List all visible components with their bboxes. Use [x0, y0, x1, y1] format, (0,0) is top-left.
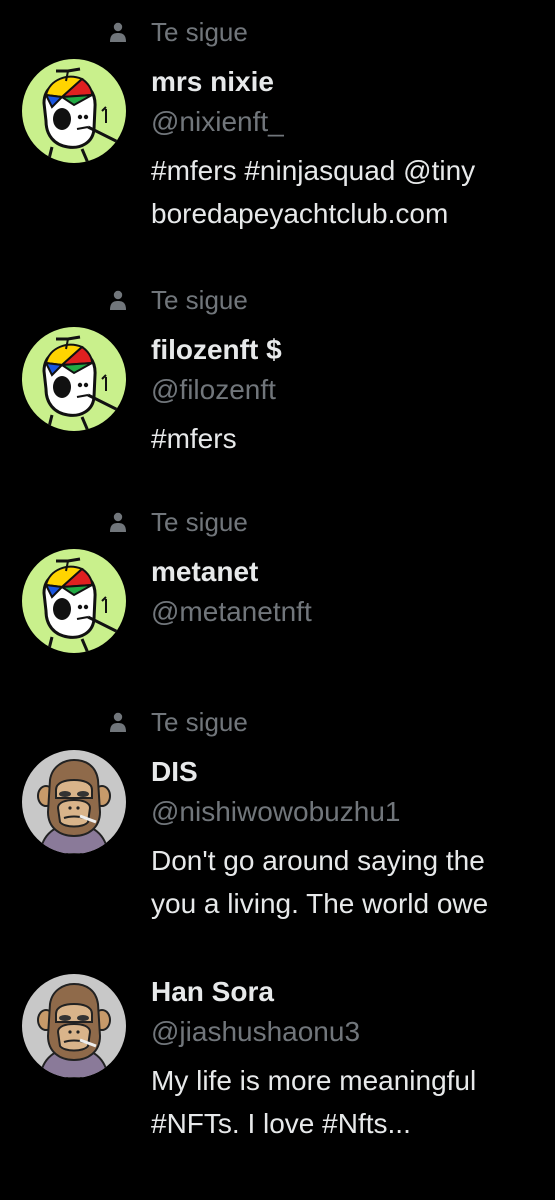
avatar[interactable]	[22, 974, 126, 1078]
bio-line: My life is more meaningful	[151, 1065, 477, 1096]
display-name[interactable]: metanet	[151, 554, 555, 590]
ape-avatar-icon	[22, 750, 126, 854]
display-name[interactable]: Han Sora	[151, 974, 555, 1010]
bio-line: you a living. The world owe	[151, 888, 489, 919]
user-handle: @metanetnft	[151, 596, 312, 627]
user-bio: #mfers #ninjasquad @tiny boredapeyachtcl…	[151, 149, 555, 235]
bio-line: #mfers #ninjasquad @tiny	[151, 155, 476, 186]
mfer-avatar-icon	[22, 549, 126, 653]
avatar[interactable]	[22, 549, 126, 653]
follows-you-indicator: Te sigue	[110, 14, 248, 50]
user-content: filozenft $ @filozenft #mfers	[151, 332, 555, 460]
user-cell[interactable]: Te sigue DIS @nishiwowobuzhu1 Don't go a…	[0, 704, 555, 934]
mfer-avatar-icon	[22, 59, 126, 163]
follower-list: Te sigue mrs nixie @nixienft_ #mfers #ni…	[0, 0, 555, 1200]
user-handle: @jiashushaonu3	[151, 1016, 361, 1047]
follows-you-label: Te sigue	[151, 506, 248, 537]
display-name[interactable]: DIS	[151, 754, 555, 790]
follows-you-label: Te sigue	[151, 284, 248, 315]
avatar[interactable]	[22, 327, 126, 431]
follows-you-label: Te sigue	[151, 16, 248, 47]
person-icon	[110, 290, 126, 310]
user-content: metanet @metanetnft	[151, 554, 555, 630]
mfer-avatar-icon	[22, 327, 126, 431]
user-content: Han Sora @jiashushaonu3 My life is more …	[151, 974, 555, 1145]
follows-you-indicator: Te sigue	[110, 282, 248, 318]
person-icon	[110, 22, 126, 42]
ape-avatar-icon	[22, 974, 126, 1078]
follows-you-label: Te sigue	[151, 706, 248, 737]
avatar[interactable]	[22, 59, 126, 163]
display-name[interactable]: filozenft $	[151, 332, 555, 368]
user-cell[interactable]: Te sigue metanet @metanetnft	[0, 504, 555, 674]
follows-you-indicator: Te sigue	[110, 704, 248, 740]
user-handle: @nishiwowobuzhu1	[151, 796, 401, 827]
bio-line: #NFTs. I love #Nfts...	[151, 1108, 411, 1139]
user-content: mrs nixie @nixienft_ #mfers #ninjasquad …	[151, 64, 555, 235]
follows-you-indicator: Te sigue	[110, 504, 248, 540]
user-cell[interactable]: Han Sora @jiashushaonu3 My life is more …	[0, 924, 555, 1154]
user-handle: @filozenft	[151, 374, 276, 405]
user-bio: My life is more meaningful #NFTs. I love…	[151, 1059, 555, 1145]
bio-line: Don't go around saying the	[151, 845, 485, 876]
user-cell[interactable]: Te sigue mrs nixie @nixienft_ #mfers #ni…	[0, 14, 555, 264]
display-name[interactable]: mrs nixie	[151, 64, 555, 100]
user-bio: #mfers	[151, 417, 555, 460]
user-content: DIS @nishiwowobuzhu1 Don't go around say…	[151, 754, 555, 925]
person-icon	[110, 512, 126, 532]
bio-line: #mfers	[151, 423, 237, 454]
avatar[interactable]	[22, 750, 126, 854]
user-cell[interactable]: Te sigue filozenft $ @filozenft #mfers	[0, 282, 555, 482]
person-icon	[110, 712, 126, 732]
bio-line: boredapeyachtclub.com	[151, 198, 449, 229]
user-bio: Don't go around saying the you a living.…	[151, 839, 555, 925]
user-handle: @nixienft_	[151, 106, 284, 137]
